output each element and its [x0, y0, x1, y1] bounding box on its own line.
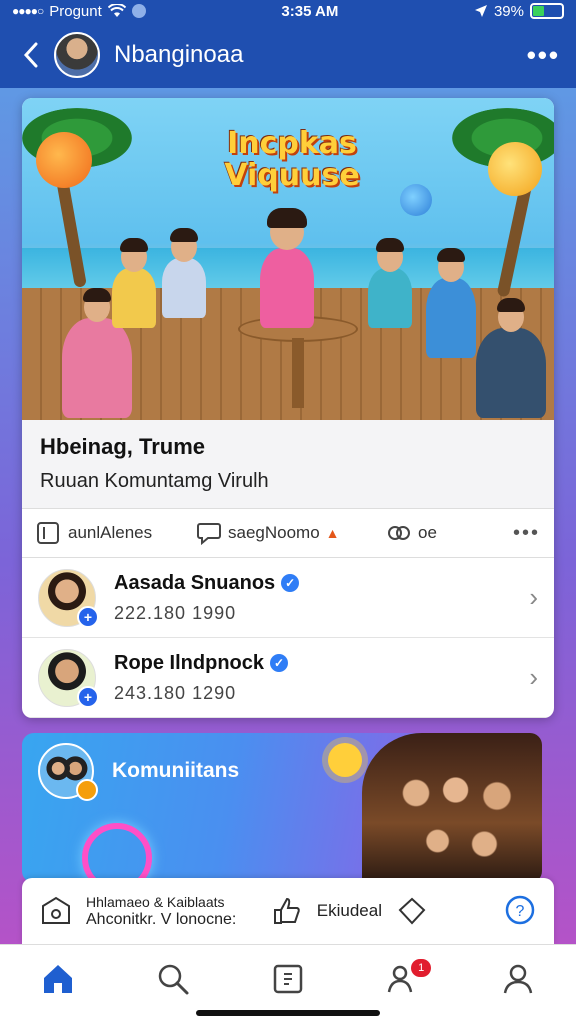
member-info: Aasada Snuanos ✓ 222.180 1990: [114, 572, 529, 624]
camera-icon: [42, 896, 70, 924]
post-title: Hbeinag, Trume: [40, 434, 206, 459]
hero-person: [426, 248, 476, 358]
post-subtitle: Ruuan Komuntamg Virulh: [40, 470, 269, 492]
signal-icon: ●●●●○: [12, 4, 44, 18]
like-button[interactable]: aunlAlenes: [36, 521, 186, 545]
mascot-yellow-icon: [488, 142, 542, 196]
hero-person: [260, 208, 314, 328]
avatar: +: [38, 568, 99, 628]
like-icon: [37, 522, 59, 544]
quick-text: Hhlamaeo & Kaiblaats Ahconitkr. V lonocn…: [86, 894, 257, 928]
community-name: Komuniitans: [112, 759, 240, 782]
battery-icon: [529, 3, 564, 19]
avatar: +: [38, 648, 99, 708]
nav-profile[interactable]: [488, 959, 548, 999]
verified-icon: ✓: [270, 654, 288, 672]
notification-badge: 1: [411, 959, 432, 977]
mascot-orange-icon: [36, 132, 92, 188]
svg-text:?: ?: [516, 903, 525, 920]
app-header: Nbanginoaa •••: [0, 22, 576, 88]
status-left: ●●●●○ Progunt: [12, 3, 146, 20]
battery-percent: 39%: [493, 2, 524, 20]
profile-icon: [504, 964, 533, 994]
profile-avatar[interactable]: [54, 32, 100, 78]
comment-button[interactable]: saegNoomo ▲: [196, 521, 376, 545]
like-label: aunlAlenes: [68, 523, 153, 542]
thumbs-up-button[interactable]: [269, 893, 305, 929]
comment-icon: [197, 523, 221, 545]
sync-icon: [131, 4, 146, 18]
react-label: oe: [418, 523, 437, 542]
chevron-right-icon[interactable]: ›: [529, 582, 538, 613]
status-bar: ●●●●○ Progunt 3:35 AM 39%: [0, 0, 576, 22]
thumbs-up-icon: [273, 897, 300, 924]
member-number: 243.180 1290: [114, 682, 237, 703]
neon-ring-graphic: [82, 823, 152, 883]
status-right: 39%: [474, 3, 564, 20]
nav-feed[interactable]: [258, 959, 318, 999]
location-icon: [474, 5, 487, 17]
community-badge-icon: [76, 779, 98, 801]
post-title-area: Hbeinag, Trume Ruuan Komuntamg Virulh: [22, 420, 554, 508]
member-number: 222.180 1990: [114, 602, 237, 623]
member-row[interactable]: + Rope Ilndpnock ✓ 243.180 1290 ›: [22, 638, 554, 718]
add-badge-icon: +: [77, 685, 99, 708]
wifi-icon: [107, 4, 126, 17]
chevron-right-icon[interactable]: ›: [529, 662, 538, 693]
hero-person: [62, 288, 132, 418]
post-actions: aunlAlenes saegNoomo ▲ oe •••: [22, 508, 554, 558]
member-info: Rope Ilndpnock ✓ 243.180 1290: [114, 652, 529, 704]
back-button[interactable]: [16, 35, 46, 75]
member-name: Aasada Snuanos ✓: [114, 572, 529, 595]
post-more-button[interactable]: •••: [513, 522, 540, 545]
react-button[interactable]: oe: [386, 521, 503, 545]
nav-home[interactable]: [28, 959, 88, 999]
help-chat-icon: ?: [505, 895, 535, 925]
tag-button[interactable]: [394, 893, 430, 929]
quick-line-1: Hhlamaeo & Kaiblaats: [86, 894, 225, 910]
comment-label: saegNoomo: [228, 523, 320, 542]
community-photo: [362, 733, 542, 883]
quick-action-bar: Hhlamaeo & Kaiblaats Ahconitkr. V lonocn…: [22, 878, 554, 944]
sun-icon: [328, 743, 362, 777]
member-name-text: Rope Ilndpnock: [114, 651, 264, 674]
camera-button[interactable]: [38, 893, 74, 929]
more-options-button[interactable]: •••: [527, 40, 560, 71]
community-banner[interactable]: Komuniitans: [22, 733, 542, 883]
hero-person: [112, 238, 156, 328]
add-badge-icon: +: [77, 605, 99, 628]
status-time: 3:35 AM: [281, 2, 339, 20]
hero-person: [162, 228, 206, 318]
post-card: Incpkas Viquuse Hbeinag, Trume Ruuan Kom…: [22, 98, 554, 718]
quick-button-label[interactable]: Ekiudeal: [317, 901, 382, 921]
fire-icon: ▲: [325, 525, 340, 541]
reaction-icon: [388, 526, 410, 540]
home-indicator: [196, 1010, 380, 1016]
home-icon: [43, 965, 72, 993]
chevron-left-icon: [23, 42, 38, 68]
member-row[interactable]: + Aasada Snuanos ✓ 222.180 1990 ›: [22, 558, 554, 638]
verified-icon: ✓: [281, 574, 300, 592]
member-name: Rope Ilndpnock ✓: [114, 652, 529, 675]
mascot-blue-icon: [400, 184, 432, 216]
nav-notifications[interactable]: 1: [373, 959, 433, 999]
hero-person: [368, 238, 412, 328]
hero-table-leg: [292, 338, 304, 408]
hero-image[interactable]: Incpkas Viquuse: [22, 98, 554, 420]
quick-line-2: Ahconitkr. V lonocne:: [86, 911, 237, 928]
tag-icon: [398, 897, 426, 925]
help-button[interactable]: ?: [502, 893, 538, 929]
hero-title: Incpkas Viquuse: [224, 126, 360, 193]
nav-search[interactable]: [143, 959, 203, 999]
page-title: Nbanginoaa: [114, 41, 244, 68]
feed-icon: [273, 964, 303, 994]
carrier-label: Progunt: [49, 2, 102, 20]
search-icon: [158, 964, 189, 995]
hero-person: [476, 298, 546, 418]
member-name-text: Aasada Snuanos: [114, 571, 276, 594]
